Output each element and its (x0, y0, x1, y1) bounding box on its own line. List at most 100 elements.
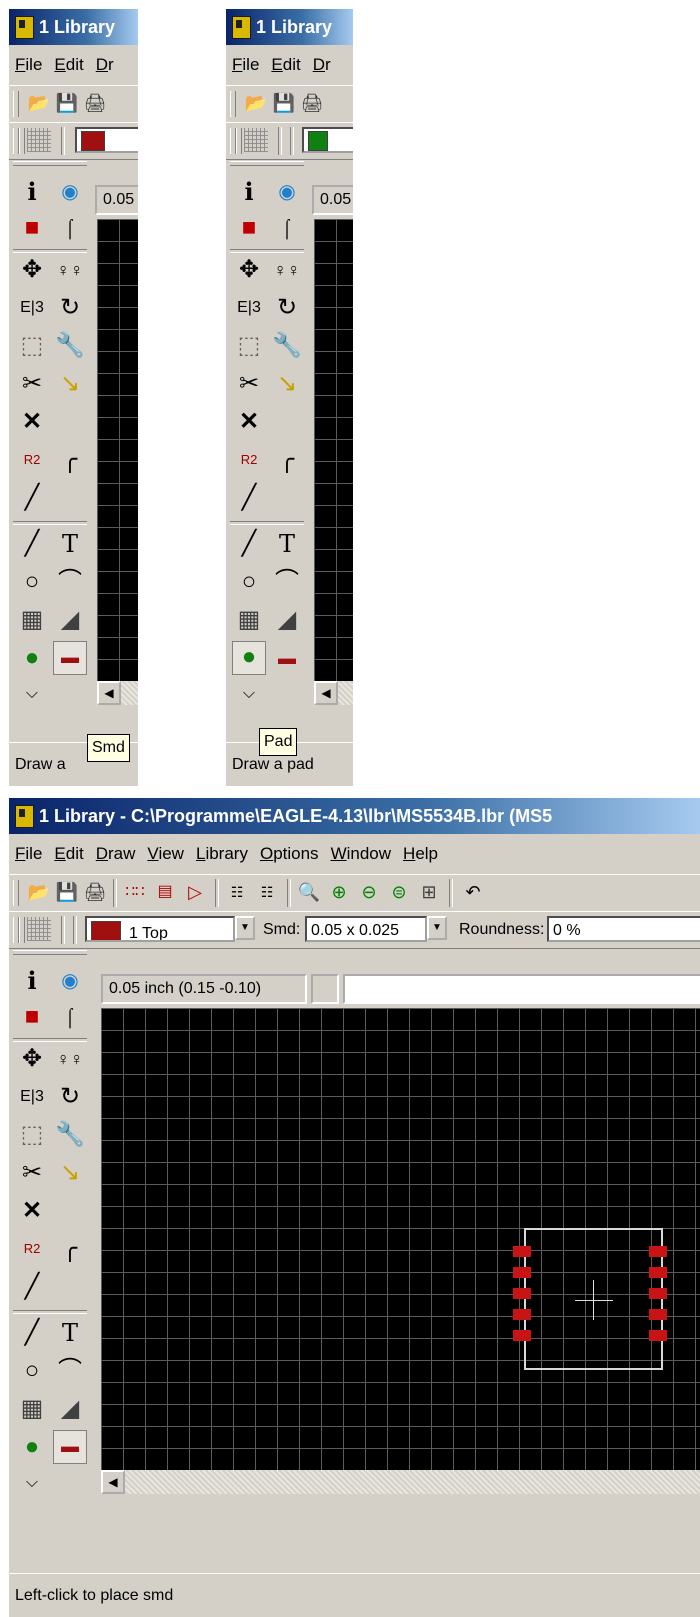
smash-icon[interactable]: ╭ (55, 1234, 85, 1264)
mirror-icon[interactable]: E|3 (17, 293, 47, 323)
save-disk-icon[interactable]: 💾 (55, 91, 79, 115)
copy-icon[interactable]: ♀♀ (55, 1044, 85, 1074)
menu-file[interactable]: File (15, 834, 42, 874)
package-icon[interactable]: ▤ (153, 880, 177, 904)
mark-icon[interactable]: ⌠ (272, 213, 302, 243)
save-disk-icon[interactable]: 💾 (272, 91, 296, 115)
rotate-icon[interactable]: ↻ (272, 293, 302, 323)
polygon-icon[interactable]: ◢ (272, 605, 302, 635)
toolbar-grip[interactable] (13, 950, 87, 955)
grid-icon[interactable] (27, 917, 51, 941)
miter-icon[interactable]: ↘ (55, 369, 85, 399)
move-icon[interactable]: ✥ (234, 255, 264, 285)
smd-pad[interactable] (649, 1309, 667, 1320)
smd-pad[interactable] (513, 1246, 531, 1257)
smd-pad[interactable] (513, 1288, 531, 1299)
menu-file[interactable]: File (232, 45, 259, 85)
scroll-left-button[interactable]: ◀ (97, 681, 121, 705)
toolbar-grip[interactable] (236, 128, 242, 154)
layer-select[interactable] (75, 127, 138, 153)
rotate-icon[interactable]: ↻ (55, 1082, 85, 1112)
wire-icon[interactable]: ╱ (17, 529, 47, 559)
zoom-in-icon[interactable]: ⊕ (327, 880, 351, 904)
layer-select-dropdown[interactable]: ▼ (235, 916, 255, 940)
smd-tool-button[interactable]: ▬ (53, 1430, 87, 1464)
info-icon[interactable]: i (17, 966, 47, 996)
open-folder-icon[interactable]: 📂 (27, 880, 51, 904)
display-icon[interactable]: ■ (17, 213, 47, 243)
grid-icon[interactable] (244, 128, 268, 152)
group-icon[interactable]: ⬚ (17, 331, 47, 361)
pad-tool-button[interactable]: ● (232, 641, 266, 675)
split-icon[interactable]: ✂ (17, 369, 47, 399)
name-icon[interactable]: R2 (17, 445, 47, 475)
drawing-canvas[interactable] (314, 219, 353, 681)
smd-pad[interactable] (649, 1288, 667, 1299)
smd-pad[interactable] (649, 1246, 667, 1257)
board-icon[interactable]: ∷∷ (123, 880, 147, 904)
menu-window[interactable]: Window (331, 834, 391, 874)
display-icon[interactable]: ■ (234, 213, 264, 243)
horizontal-scrollbar[interactable] (101, 1470, 700, 1494)
menu-file[interactable]: File (15, 45, 42, 85)
arc-icon[interactable]: ⌒ (55, 1356, 85, 1386)
smash-icon[interactable]: ╭ (55, 445, 85, 475)
smd-pad[interactable] (513, 1309, 531, 1320)
toolbar-grip[interactable] (13, 880, 19, 906)
menu-edit[interactable]: Edit (54, 834, 83, 874)
grid-icon[interactable] (27, 128, 51, 152)
pad-icon[interactable]: ● (17, 643, 47, 673)
toolbar-grip[interactable] (230, 91, 236, 117)
toolbar-grip[interactable] (13, 161, 87, 166)
move-icon[interactable]: ✥ (17, 255, 47, 285)
print-icon[interactable]: 🖨 (300, 91, 324, 115)
mirror-icon[interactable]: E|3 (234, 293, 264, 323)
pad-shape-select[interactable] (302, 127, 353, 153)
roundness-input[interactable]: 0 % (547, 916, 700, 942)
symbol-icon[interactable]: ▷ (183, 880, 207, 904)
group-icon[interactable]: ⬚ (234, 331, 264, 361)
circle-icon[interactable]: ○ (234, 567, 264, 597)
zoom-fit-icon[interactable]: 🔍 (297, 880, 321, 904)
undo-icon[interactable]: ↶ (461, 880, 485, 904)
save-disk-icon[interactable]: 💾 (55, 880, 79, 904)
scroll-left-button[interactable]: ◀ (314, 681, 338, 705)
drawing-canvas[interactable] (97, 219, 138, 681)
drawing-canvas[interactable] (101, 1008, 700, 1470)
open-folder-icon[interactable]: 📂 (27, 91, 51, 115)
toolbar-grip[interactable] (230, 161, 304, 166)
menu-draw[interactable]: Dr (313, 45, 331, 85)
smd-icon[interactable]: ▬ (272, 643, 302, 673)
ulp-icon[interactable]: ☷ (255, 880, 279, 904)
smd-size-dropdown[interactable]: ▼ (427, 916, 447, 940)
menu-library[interactable]: Library (196, 834, 248, 874)
smd-pad[interactable] (649, 1330, 667, 1341)
menu-edit[interactable]: Edit (271, 45, 300, 85)
move-icon[interactable]: ✥ (17, 1044, 47, 1074)
more-icon[interactable]: ⌵ (17, 679, 47, 709)
text-icon[interactable]: T (272, 529, 302, 559)
zoom-redraw-icon[interactable]: ⊜ (387, 880, 411, 904)
rect-icon[interactable]: ▦ (17, 1394, 47, 1424)
rect-icon[interactable]: ▦ (17, 605, 47, 635)
toolbar-grip[interactable] (19, 128, 25, 154)
circle-icon[interactable]: ○ (17, 1356, 47, 1386)
menu-view[interactable]: View (147, 834, 184, 874)
name-icon[interactable]: R2 (17, 1234, 47, 1264)
text-icon[interactable]: T (55, 529, 85, 559)
group-icon[interactable]: ⬚ (17, 1120, 47, 1150)
print-icon[interactable]: 🖨 (83, 880, 107, 904)
show-icon[interactable]: ◉ (55, 177, 85, 207)
optimize-icon[interactable]: ╱ (234, 483, 264, 513)
menu-help[interactable]: Help (403, 834, 438, 874)
toolbar-grip[interactable] (13, 91, 19, 117)
split-icon[interactable]: ✂ (234, 369, 264, 399)
info-icon[interactable]: i (234, 177, 264, 207)
open-folder-icon[interactable]: 📂 (244, 91, 268, 115)
smd-size-input[interactable]: 0.05 x 0.025 (305, 916, 427, 942)
name-icon[interactable]: R2 (234, 445, 264, 475)
show-icon[interactable]: ◉ (55, 966, 85, 996)
split-icon[interactable]: ✂ (17, 1158, 47, 1188)
pad-icon[interactable]: ● (17, 1432, 47, 1462)
circle-icon[interactable]: ○ (17, 567, 47, 597)
